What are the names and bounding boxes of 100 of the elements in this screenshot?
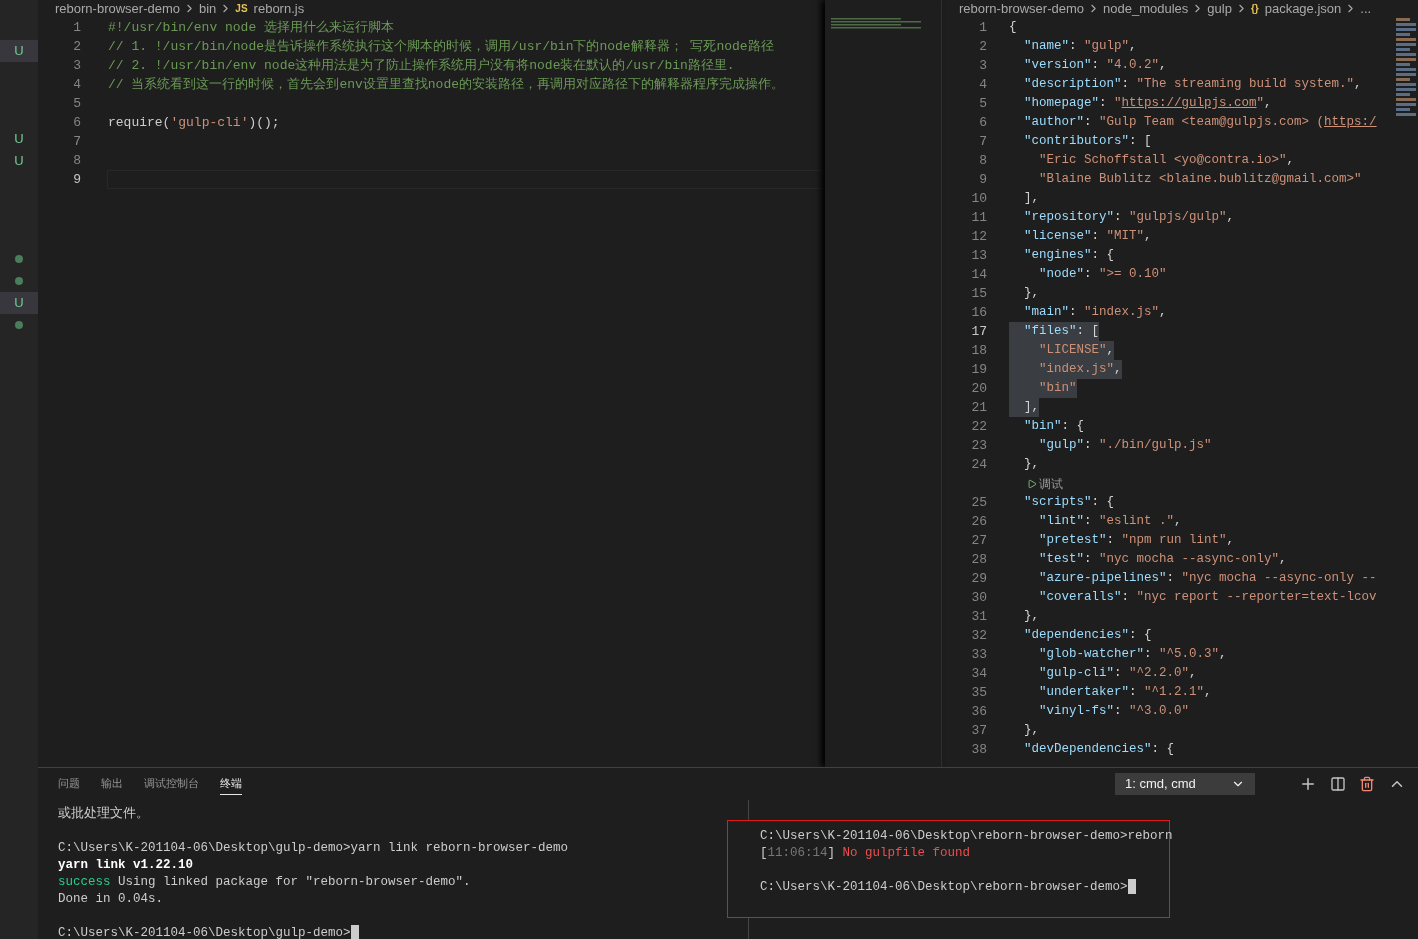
- add-icon[interactable]: [1299, 775, 1317, 793]
- code-line: "lint": "eslint .",: [1038, 513, 1182, 530]
- line-number: 1: [72, 18, 81, 37]
- code-line: "contributors": [: [1023, 133, 1152, 150]
- code-line: "name": "gulp",: [1023, 38, 1137, 55]
- code-line: "test": "nyc mocha --async-only",: [1038, 551, 1287, 568]
- breadcrumb-item[interactable]: node_modules: [1103, 0, 1189, 19]
- terminal-line: yarn link v1.22.10: [58, 858, 194, 872]
- breadcrumb-item[interactable]: reborn-browser-demo: [959, 0, 1084, 19]
- line-number: 34: [970, 664, 987, 683]
- code-line: "devDependencies": {: [1023, 741, 1175, 758]
- line-number: 28: [970, 550, 987, 569]
- line-number: 14: [970, 265, 987, 284]
- breadcrumb-item[interactable]: package.json: [1264, 0, 1342, 19]
- line-number: 32: [970, 626, 987, 645]
- line-number: 38: [970, 740, 987, 759]
- line-number: 11: [970, 208, 987, 227]
- code-line: },: [1023, 456, 1039, 473]
- line-number: 26: [970, 512, 987, 531]
- terminal-line: C:\Users\K-201104-06\Desktop\gulp-demo>: [58, 926, 351, 939]
- line-number: 15: [970, 284, 987, 303]
- line-number: 7: [978, 132, 987, 151]
- line-number: 23: [970, 436, 987, 455]
- breadcrumb-item[interactable]: ...: [1360, 0, 1372, 19]
- code-line: "undertaker": "^1.2.1",: [1038, 684, 1212, 701]
- trash-icon[interactable]: [1359, 776, 1375, 792]
- terminal-line: [11:06:14] No gulpfile found: [760, 846, 971, 860]
- code-line: },: [1023, 608, 1039, 625]
- line-number: 36: [970, 702, 987, 721]
- code-line: "dependencies": {: [1023, 627, 1152, 644]
- code-line: "Eric Schoffstall <yo@contra.io>",: [1038, 152, 1295, 169]
- line-number: 33: [970, 645, 987, 664]
- code-line: "main": "index.js",: [1023, 304, 1167, 321]
- split-icon[interactable]: [1330, 776, 1346, 792]
- line-number: 31: [970, 607, 987, 626]
- line-number: 16: [970, 303, 987, 322]
- code-line: "homepage": "https://gulpjs.com",: [1023, 95, 1272, 112]
- terminal-line: C:\Users\K-201104-06\Desktop\gulp-demo>yarn link reborn-browser-demo: [58, 841, 569, 855]
- line-number: 37: [970, 721, 987, 740]
- code-line: "coveralls": "nyc report --reporter=text-lcov: [1038, 589, 1377, 606]
- code-line: "engines": {: [1023, 247, 1115, 264]
- debug-codelens-link[interactable]: 调试: [1027, 474, 1063, 493]
- line-number: 8: [72, 151, 81, 170]
- code-line: "glob-watcher": "^5.0.3",: [1038, 646, 1227, 663]
- line-number: 22: [970, 417, 987, 436]
- code-line: "gulp-cli": "^2.2.0",: [1038, 665, 1197, 682]
- breadcrumb-item[interactable]: bin: [199, 0, 217, 19]
- line-number: 24: [970, 455, 987, 474]
- panel-tab[interactable]: 问题: [58, 772, 80, 796]
- line-number: 6: [978, 113, 987, 132]
- code-line: "node": ">= 0.10": [1038, 266, 1167, 283]
- file-status-item[interactable]: U: [0, 128, 38, 150]
- panel-tab[interactable]: 终端: [220, 772, 242, 796]
- line-number: 21: [970, 398, 987, 417]
- terminal-line: success Using linked package for "reborn-browser-demo".: [58, 875, 471, 889]
- line-number: 18: [970, 341, 987, 360]
- breadcrumb-item[interactable]: gulp: [1207, 0, 1232, 19]
- terminal-select[interactable]: 1: cmd, cmd: [1115, 773, 1255, 795]
- code-line: },: [1023, 285, 1039, 302]
- panel-tab[interactable]: 输出: [101, 772, 123, 796]
- code-line: {: [1009, 19, 1017, 36]
- line-number: 3: [978, 56, 987, 75]
- line-number: 19: [970, 360, 987, 379]
- line-number: 9: [72, 170, 81, 189]
- file-status-item[interactable]: U: [0, 292, 38, 314]
- terminal-line: Done in 0.04s.: [58, 892, 164, 906]
- line-number: 13: [970, 246, 987, 265]
- play-icon: [1027, 478, 1037, 489]
- code-line: require('gulp-cli')();: [108, 115, 280, 130]
- line-number: 29: [970, 569, 987, 588]
- breadcrumb-item[interactable]: reborn.js: [253, 0, 305, 19]
- file-status-item[interactable]: U: [0, 40, 38, 62]
- line-number: 12: [970, 227, 987, 246]
- code-line: "pretest": "npm run lint",: [1038, 532, 1235, 549]
- line-number: 10: [970, 189, 987, 208]
- code-line: "bin": {: [1023, 418, 1085, 435]
- line-number: 1: [978, 18, 987, 37]
- line-number: 35: [970, 683, 987, 702]
- file-type-icon: JS: [235, 1, 248, 16]
- code-line: // 当系统看到这一行的时候，首先会到env设置里查找node的安装路径，再调用对应路径下的解释器程序完成操作。: [108, 77, 784, 92]
- code-line: // 2. !/usr/bin/env node这种用法是为了防止操作系统用户没有将node装在默认的/usr/bin路径里.: [108, 58, 735, 73]
- line-number: 3: [72, 56, 81, 75]
- line-number: 20: [970, 379, 987, 398]
- line-number: 5: [72, 94, 81, 113]
- code-line: },: [1023, 722, 1039, 739]
- panel-tab[interactable]: 调试控制台: [144, 772, 199, 796]
- code-line: // 1. !/usr/bin/node是告诉操作系统执行这个脚本的时候，调用/usr/bin下的node解释器； 写死node路径: [108, 39, 774, 54]
- line-number: 6: [72, 113, 81, 132]
- code-line: "license": "MIT",: [1023, 228, 1152, 245]
- line-number: 5: [978, 94, 987, 113]
- code-line: "version": "4.0.2",: [1023, 57, 1167, 74]
- file-status-item[interactable]: U: [0, 150, 38, 172]
- code-line: ],: [1023, 190, 1039, 207]
- terminal-line: C:\Users\K-201104-06\Desktop\reborn-browser-demo>: [760, 880, 1128, 894]
- line-number: 2: [978, 37, 987, 56]
- breadcrumb-item[interactable]: reborn-browser-demo: [55, 0, 180, 19]
- line-number: 2: [72, 37, 81, 56]
- code-line: "vinyl-fs": "^3.0.0": [1038, 703, 1190, 720]
- line-number: 4: [72, 75, 81, 94]
- code-line: "repository": "gulpjs/gulp",: [1023, 209, 1235, 226]
